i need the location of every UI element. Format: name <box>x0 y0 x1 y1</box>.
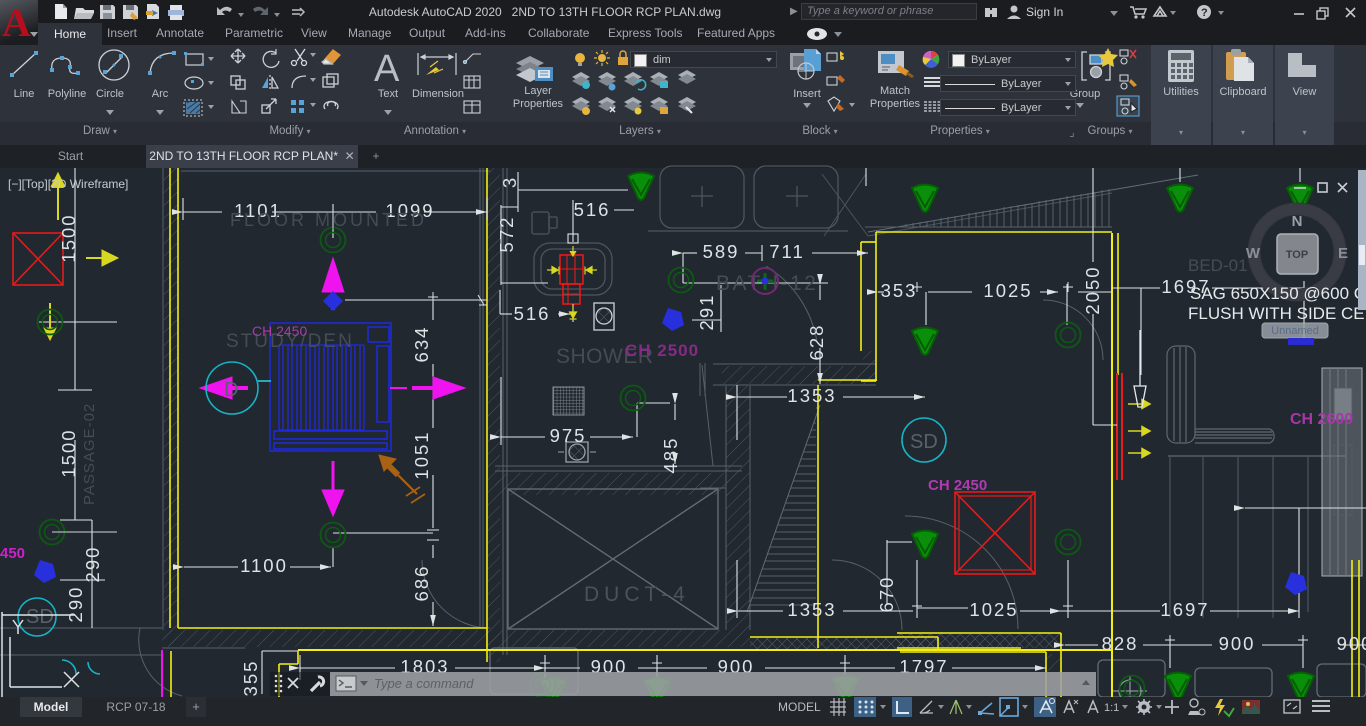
svg-text:?: ? <box>1201 7 1208 19</box>
svg-text:2050: 2050 <box>1082 265 1103 314</box>
svg-text:1100: 1100 <box>240 555 288 576</box>
svg-text:1353: 1353 <box>787 385 836 406</box>
svg-text:PASSAGE-02: PASSAGE-02 <box>81 403 98 505</box>
svg-text:SAG 650X150 @600 CFM: SAG 650X150 @600 CFM <box>1190 284 1366 303</box>
svg-text:D: D <box>224 379 238 401</box>
svg-text:900: 900 <box>1337 633 1366 654</box>
svg-text:Type a command: Type a command <box>374 676 474 691</box>
svg-text:711: 711 <box>769 241 805 262</box>
svg-text:355: 355 <box>240 660 261 697</box>
svg-text:628: 628 <box>806 324 827 361</box>
svg-text:1025: 1025 <box>969 599 1018 620</box>
svg-text:634: 634 <box>411 326 432 363</box>
svg-text:FLOOR MOUNTED: FLOOR MOUNTED <box>230 210 427 230</box>
svg-text:TOP: TOP <box>1286 249 1308 261</box>
svg-text:1:1: 1:1 <box>1104 702 1119 714</box>
svg-text:BED-01: BED-01 <box>1188 256 1248 275</box>
svg-text:686: 686 <box>411 565 432 602</box>
svg-text:CH 2600: CH 2600 <box>1290 411 1353 428</box>
svg-text:670: 670 <box>876 576 897 613</box>
svg-text:SD: SD <box>910 431 938 453</box>
svg-text:290: 290 <box>65 586 86 623</box>
svg-text:CH 2450: CH 2450 <box>252 323 307 339</box>
svg-text:A: A <box>2 0 31 45</box>
svg-text:1500: 1500 <box>58 428 79 477</box>
svg-text:DUCT-4: DUCT-4 <box>584 583 690 606</box>
svg-text:485: 485 <box>660 437 681 474</box>
svg-text:Sign In: Sign In <box>1026 5 1063 19</box>
svg-text:1500: 1500 <box>58 213 79 262</box>
svg-text:572: 572 <box>496 216 517 253</box>
svg-text:CH 2500: CH 2500 <box>625 341 699 360</box>
svg-text:FLUSH WITH SIDE CEILIN: FLUSH WITH SIDE CEILIN <box>1188 304 1366 323</box>
svg-text:1051: 1051 <box>411 430 432 479</box>
svg-text:1353: 1353 <box>787 599 836 620</box>
svg-text:[−][Top][2D Wireframe]: [−][Top][2D Wireframe] <box>8 177 128 191</box>
svg-text:450: 450 <box>0 545 25 562</box>
svg-text:353: 353 <box>881 280 918 301</box>
svg-text:1697: 1697 <box>1160 599 1209 620</box>
svg-text:E: E <box>1338 245 1348 262</box>
svg-text:W: W <box>1246 245 1261 262</box>
svg-text:N: N <box>1292 213 1303 230</box>
svg-text:SD: SD <box>26 606 54 628</box>
svg-text:1025: 1025 <box>983 280 1032 301</box>
svg-text:CH 2450: CH 2450 <box>928 477 987 494</box>
svg-text:291: 291 <box>696 294 717 331</box>
svg-text:290: 290 <box>82 546 103 583</box>
svg-text:828: 828 <box>1102 633 1139 654</box>
svg-text:975: 975 <box>550 425 587 446</box>
svg-text:516: 516 <box>574 199 611 220</box>
svg-text:3: 3 <box>499 176 520 188</box>
svg-text:516: 516 <box>514 303 551 324</box>
svg-text:Unnamed: Unnamed <box>1271 325 1319 337</box>
svg-text:900: 900 <box>1219 633 1256 654</box>
svg-text:589: 589 <box>703 241 740 262</box>
